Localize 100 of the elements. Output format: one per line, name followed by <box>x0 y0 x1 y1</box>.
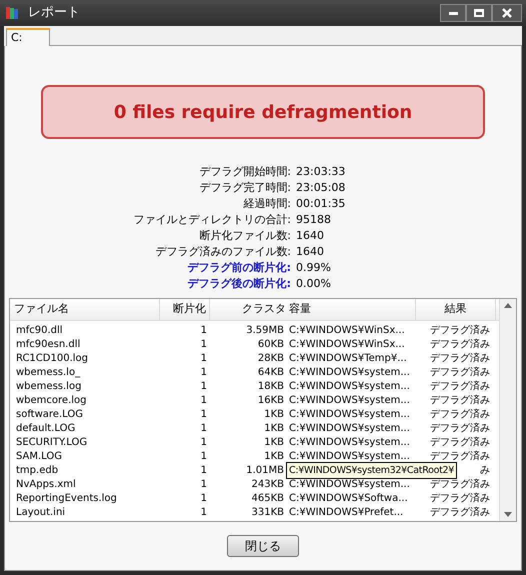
drive-tab[interactable]: C: <box>6 28 50 46</box>
table-cell: デフラグ済み <box>430 409 490 420</box>
table-cell: デフラグ済み <box>430 437 490 448</box>
table-cell-text: mfc90.dll <box>15 324 64 338</box>
table-cell: C:¥WINDOWS¥system... <box>289 451 410 462</box>
table-cell-text: SAM.LOG <box>15 450 64 464</box>
table-cell: C:¥WINDOWS¥Prefet... <box>289 507 404 518</box>
table-cell: デフラグ済み <box>430 493 490 504</box>
table-cell-text: 1 <box>200 408 208 422</box>
table-cell: C:¥WINDOWS¥system... <box>289 367 410 378</box>
table-cell: C:¥WINDOWS¥system... <box>289 479 410 490</box>
window-title: レポート <box>28 4 80 22</box>
table-cell-text: Layout.ini <box>15 506 66 520</box>
table-cell: C:¥WINDOWS¥Temp¥... <box>289 353 407 364</box>
table-cell: C:¥WINDOWS¥system... <box>289 437 410 448</box>
close-icon <box>502 8 512 18</box>
table-cell: デフラグ済み <box>430 367 490 378</box>
table-cell-text: tmp.edb <box>15 464 60 478</box>
table-cell-text: 1 <box>200 352 208 366</box>
column-header[interactable]: 結果 <box>416 299 496 320</box>
table-cell: み <box>480 465 490 476</box>
stat-value: 0.00% <box>296 277 332 291</box>
table-cell: C:¥WINDOWS¥WinSx... <box>289 339 405 350</box>
table-cell: デフラグ済み <box>430 423 490 434</box>
table-cell: C:¥WINDOWS¥WinSx... <box>289 325 405 336</box>
table-cell-text: 3.59MB <box>245 324 284 338</box>
table-cell-text: 1 <box>200 380 208 394</box>
column-header[interactable]: クラスタ <box>210 299 286 320</box>
table-cell-text: 1 <box>200 436 208 450</box>
table-cell: デフラグ済み <box>430 381 490 392</box>
defrag-app-icon <box>4 5 20 21</box>
table-cell: C:¥WINDOWS¥system... <box>289 381 410 392</box>
table-cell-text: wbemcore.log <box>15 394 88 408</box>
table-cell-text: 1 <box>200 492 208 506</box>
close-button[interactable] <box>492 4 522 22</box>
stat-label: 断片化ファイル数: <box>198 229 291 243</box>
table-cell-text: mfc90esn.dll <box>15 338 82 352</box>
column-header[interactable]: 断片化 <box>160 299 210 320</box>
table-cell: C:¥WINDOWS¥system... <box>289 409 410 420</box>
table-cell-text: 1 <box>200 394 208 408</box>
result-banner: 0 files require defragmention <box>41 85 485 139</box>
stat-label: ファイルとディレクトリの合計: <box>132 213 291 227</box>
path-tooltip: C:¥WINDOWS¥system32¥CatRoot2¥ <box>286 462 458 479</box>
scroll-up-icon[interactable] <box>504 303 512 308</box>
table-cell: デフラグ済み <box>430 395 490 406</box>
stat-label: デフラグ後の断片化: <box>186 277 291 291</box>
column-header[interactable]: ファイル名 <box>10 299 160 320</box>
table-cell-text: NvApps.xml <box>15 478 77 492</box>
table-cell-text: 60KB <box>256 338 284 352</box>
table-cell-text: 1.01MB <box>245 464 284 478</box>
table-cell-text: 1KB <box>263 450 284 464</box>
close-dialog-button[interactable]: 閉じる <box>227 535 299 557</box>
stat-value: 95188 <box>296 213 332 227</box>
minimize-button[interactable] <box>440 4 466 22</box>
table-cell: C:¥WINDOWS¥system... <box>289 395 410 406</box>
table-cell-text: 28KB <box>256 352 284 366</box>
stat-value: 23:03:33 <box>296 165 346 179</box>
scroll-down-icon[interactable] <box>504 512 512 517</box>
table-cell: C:¥WINDOWS¥Softwa... <box>289 493 408 504</box>
table-cell-text: 1 <box>200 478 208 492</box>
table-cell-text: 1 <box>200 464 208 478</box>
scrollbar[interactable] <box>499 299 516 521</box>
table-cell: デフラグ済み <box>430 451 490 462</box>
table-cell-text: SECURITY.LOG <box>15 436 88 450</box>
table-cell-text: 1 <box>200 366 208 380</box>
table-cell-text: wbemess.log <box>15 380 82 394</box>
table-cell-text: 1KB <box>263 408 284 422</box>
table-cell-text: 331KB <box>250 506 284 520</box>
table-cell-text: 1KB <box>263 422 284 436</box>
table-cell: デフラグ済み <box>430 479 490 490</box>
table-cell-text: 243KB <box>250 478 284 492</box>
table-cell: デフラグ済み <box>430 325 490 336</box>
table-cell: デフラグ済み <box>430 507 490 518</box>
table-cell-text: RC1CD100.log <box>15 352 89 366</box>
stat-value: 1640 <box>296 245 325 259</box>
column-header[interactable]: 容量 <box>286 299 416 320</box>
stat-label: 経過時間: <box>242 197 291 211</box>
table-cell-text: 465KB <box>250 492 284 506</box>
table-cell-text: software.LOG <box>15 408 84 422</box>
table-cell-text: 1 <box>200 422 208 436</box>
table-cell-text: 1 <box>200 338 208 352</box>
table-cell-text: 1 <box>200 324 208 338</box>
stat-value: 0.99% <box>296 261 332 275</box>
table-cell-text: 64KB <box>256 366 284 380</box>
table-cell-text: default.LOG <box>15 422 76 436</box>
table-cell: デフラグ済み <box>430 339 490 350</box>
stat-value: 00:01:35 <box>296 197 346 211</box>
table-cell-text: wbemess.lo_ <box>15 366 82 380</box>
table-cell-text: 1KB <box>263 436 284 450</box>
table-cell-text: 1 <box>200 450 208 464</box>
table-cell-text: 16KB <box>256 394 284 408</box>
table-cell-text: 18KB <box>256 380 284 394</box>
stat-value: 1640 <box>296 229 325 243</box>
stat-label: デフラグ済みのファイル数: <box>154 245 291 259</box>
table-cell-text: ReportingEvents.log <box>15 492 118 506</box>
table-cell: C:¥WINDOWS¥system... <box>289 423 410 434</box>
maximize-button[interactable] <box>466 4 492 22</box>
stat-label: デフラグ開始時間: <box>198 165 291 179</box>
table-cell: デフラグ済み <box>430 353 490 364</box>
stat-label: デフラグ完了時間: <box>198 181 291 195</box>
